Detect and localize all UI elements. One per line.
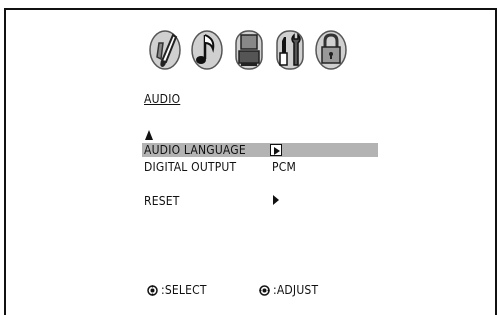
select-hint-label: :SELECT (161, 283, 207, 297)
menu-item-value: PCM (272, 160, 296, 174)
right-arrow-icon[interactable] (273, 195, 279, 205)
joystick-adjust-icon (259, 284, 270, 296)
right-arrow-icon[interactable] (270, 144, 282, 156)
osd-menu-screen: AUDIO AUDIO LANGUAGE DIGITAL OUTPUT PCM … (0, 0, 503, 315)
joystick-select-icon (147, 284, 158, 296)
adjust-hint-label: :ADJUST (273, 283, 319, 297)
menu-item-label: AUDIO LANGUAGE (144, 143, 246, 157)
tools-icon[interactable] (274, 27, 306, 73)
music-note-icon[interactable] (191, 27, 223, 73)
scroll-up-icon (145, 130, 153, 140)
menu-item-audio-language[interactable]: AUDIO LANGUAGE (142, 143, 378, 157)
menu-item-reset[interactable]: RESET (142, 194, 378, 208)
menu-item-label: DIGITAL OUTPUT (144, 160, 237, 174)
page-title: AUDIO (144, 92, 181, 106)
lock-icon[interactable] (315, 27, 347, 73)
frame-border-top (4, 8, 496, 10)
paint-brush-icon[interactable] (149, 27, 181, 73)
video-icon[interactable] (233, 27, 265, 73)
select-hint: :SELECT (147, 283, 207, 297)
adjust-hint: :ADJUST (259, 283, 318, 297)
frame-border-left (4, 8, 6, 315)
menu-item-label: RESET (144, 194, 180, 208)
menu-item-digital-output[interactable]: DIGITAL OUTPUT PCM (142, 160, 378, 174)
frame-border-right (495, 8, 497, 315)
